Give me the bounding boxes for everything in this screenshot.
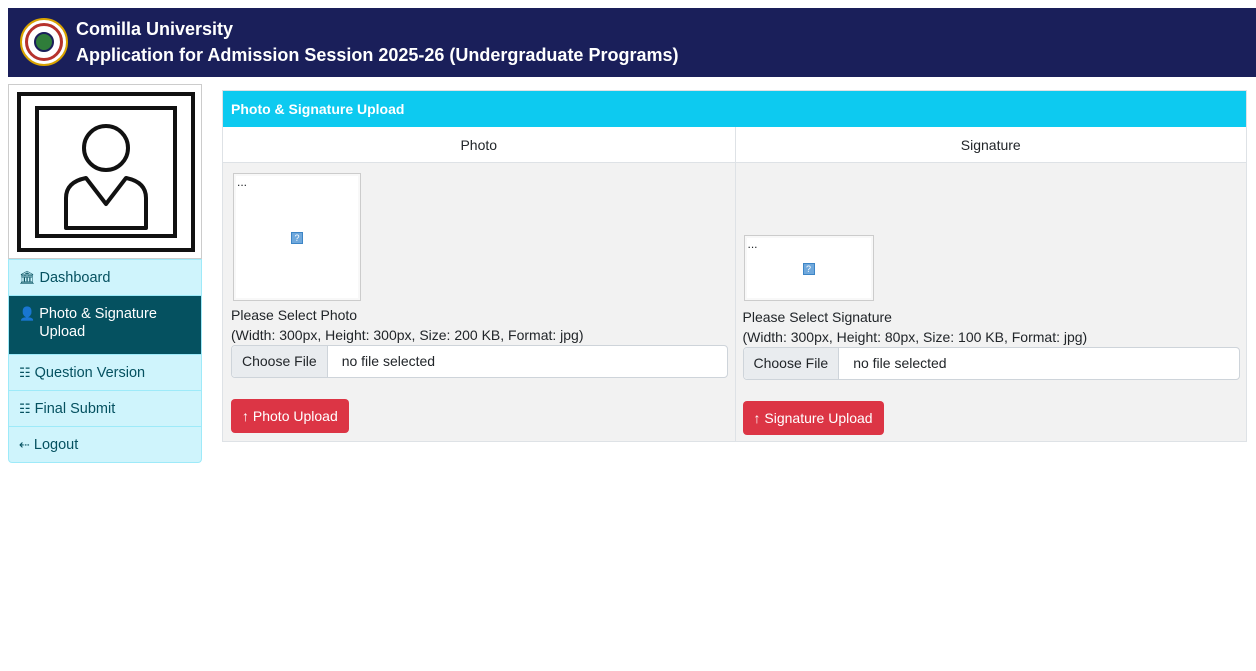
photo-hint-title: Please Select Photo xyxy=(231,307,358,323)
sidebar-nav: 🏛 Dashboard 👤 Photo & Signature Upload ☷… xyxy=(8,259,202,463)
photo-upload-label: Photo Upload xyxy=(252,408,338,424)
broken-image-icon: ? xyxy=(291,232,303,244)
photo-hint: Please Select Photo (Width: 300px, Heigh… xyxy=(231,305,584,345)
sidebar-item-label: Logout xyxy=(33,437,79,453)
photo-file-input[interactable]: Choose File no file selected xyxy=(231,345,728,378)
bank-icon: 🏛 xyxy=(19,270,36,285)
photo-preview-alt: ... xyxy=(237,175,248,189)
photo-choose-file-button[interactable]: Choose File xyxy=(232,346,328,377)
app-header: Comilla University Application for Admis… xyxy=(8,8,1256,77)
list-card-icon: ☷ xyxy=(19,401,31,416)
upload-icon: ↑︎ xyxy=(242,408,249,424)
photo-column-title: Photo xyxy=(223,127,735,163)
list-card-icon: ☷ xyxy=(19,365,31,380)
photo-file-status: no file selected xyxy=(341,353,436,369)
signature-file-input[interactable]: Choose File no file selected xyxy=(742,347,1240,380)
person-badge-icon: 👤 xyxy=(19,306,36,321)
photo-column: Photo ... ? Please Select Photo (Width: … xyxy=(223,127,735,441)
signature-column-title: Signature xyxy=(735,127,1246,163)
upload-panel: Photo & Signature Upload Photo ... ? Ple… xyxy=(222,90,1247,442)
signature-hint: Please Select Signature (Width: 300px, H… xyxy=(743,307,1088,347)
sidebar-item-question-version[interactable]: ☷ Question Version xyxy=(9,354,201,390)
signature-column: Signature ... ? Please Select Signature … xyxy=(734,127,1246,441)
photo-hint-spec: (Width: 300px, Height: 300px, Size: 200 … xyxy=(231,327,584,343)
upload-icon: ↑︎ xyxy=(753,410,761,426)
signature-choose-file-button[interactable]: Choose File xyxy=(743,348,840,379)
profile-photo-placeholder xyxy=(8,84,202,259)
sidebar-item-label: Photo & Signature Upload xyxy=(39,306,157,340)
sidebar-item-final-submit[interactable]: ☷ Final Submit xyxy=(9,390,201,426)
photo-preview: ... ? xyxy=(233,173,361,301)
panel-title: Photo & Signature Upload xyxy=(223,91,1246,127)
signature-file-status: no file selected xyxy=(853,355,947,371)
logout-icon: ⇠ xyxy=(19,437,30,452)
signature-preview: ... ? xyxy=(743,235,874,301)
signature-upload-label: Signature Upload xyxy=(764,410,873,426)
university-logo xyxy=(20,18,68,66)
sidebar-item-logout[interactable]: ⇠ Logout xyxy=(9,426,201,462)
sidebar-item-photo-signature-upload[interactable]: 👤 Photo & Signature Upload xyxy=(9,295,201,354)
sidebar-item-label: Dashboard xyxy=(39,270,111,286)
sidebar-item-dashboard[interactable]: 🏛 Dashboard xyxy=(9,259,201,295)
broken-image-icon: ? xyxy=(802,263,815,275)
signature-hint-title: Please Select Signature xyxy=(742,309,892,325)
sidebar: 🏛 Dashboard 👤 Photo & Signature Upload ☷… xyxy=(8,84,202,463)
photo-upload-button[interactable]: ↑︎ Photo Upload xyxy=(231,399,349,433)
user-avatar-icon xyxy=(35,106,177,238)
application-title: Application for Admission Session 2025-2… xyxy=(76,45,679,65)
signature-hint-spec: (Width: 300px, Height: 80px, Size: 100 K… xyxy=(742,329,1088,345)
signature-upload-button[interactable]: ↑︎ Signature Upload xyxy=(742,401,884,435)
signature-preview-alt: ... xyxy=(747,237,758,251)
university-name: Comilla University xyxy=(76,19,234,39)
sidebar-item-label: Question Version xyxy=(34,365,146,381)
sidebar-item-label: Final Submit xyxy=(34,401,116,417)
